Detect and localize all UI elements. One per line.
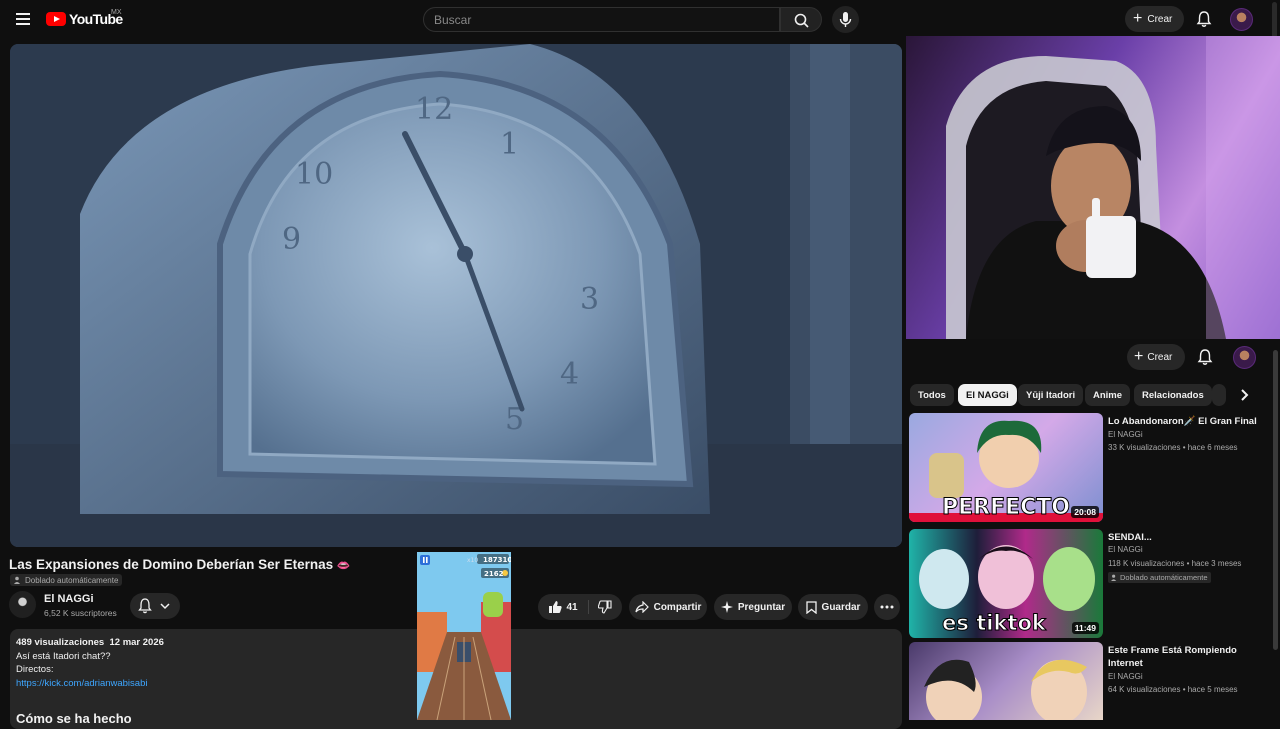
sidebar-bell-icon[interactable] xyxy=(1196,348,1214,366)
video-thumbnail[interactable] xyxy=(909,642,1103,720)
coins-text: 2162 xyxy=(484,570,504,578)
youtube-play-icon xyxy=(46,12,66,26)
clock-number-12: 12 xyxy=(415,92,453,127)
search-icon xyxy=(794,13,809,28)
sidebar-account-avatar[interactable] xyxy=(1233,346,1256,369)
clock-number-10: 10 xyxy=(295,157,333,192)
related-video-channel[interactable]: El NAGGi xyxy=(1108,430,1143,439)
subscriber-count: 6,52 K suscriptores xyxy=(44,608,117,618)
score-text: 187310 xyxy=(483,556,511,564)
chevron-right-icon[interactable] xyxy=(1236,387,1252,403)
like-count: 41 xyxy=(566,601,578,613)
video-player[interactable]: 12 1 10 9 3 4 5 xyxy=(10,44,902,547)
related-video-title[interactable]: Este Frame Está Rompiendo Internet xyxy=(1108,644,1258,670)
ask-label: Preguntar xyxy=(737,601,786,613)
youtube-logo[interactable]: YouTube MX xyxy=(46,9,123,27)
streamer-image xyxy=(946,36,1280,339)
save-label: Guardar xyxy=(821,601,861,613)
dubbed-badge: Doblado automáticamente xyxy=(1108,572,1211,583)
ask-button[interactable]: Preguntar xyxy=(714,594,792,620)
related-video[interactable]: PERFECTO 20:08 Lo Abandonaron🗡️ El Gran … xyxy=(909,413,1269,523)
chip-yuji-itadori[interactable]: Yūji Itadori xyxy=(1018,384,1084,406)
mic-icon xyxy=(839,12,852,27)
related-video-stats: 118 K visualizaciones • hace 3 meses xyxy=(1108,559,1242,568)
plus-icon: + xyxy=(1134,348,1144,365)
sparkle-icon xyxy=(720,601,733,613)
dubbed-label: Doblado automáticamente xyxy=(1120,573,1208,582)
bookmark-icon xyxy=(805,600,817,614)
share-icon xyxy=(635,601,649,613)
channel-name[interactable]: El NAGGi xyxy=(44,593,94,605)
chip-relacionados[interactable]: Relacionados xyxy=(1134,384,1212,406)
dub-person-icon xyxy=(14,576,20,584)
related-video-title[interactable]: SENDAI... xyxy=(1108,531,1258,544)
dubbed-label: Doblado automáticamente xyxy=(25,575,119,585)
share-button[interactable]: Compartir xyxy=(629,594,707,620)
thumbs-down-icon[interactable] xyxy=(597,600,612,614)
view-count: 489 visualizaciones xyxy=(16,637,105,648)
related-video[interactable]: Este Frame Está Rompiendo Internet El NA… xyxy=(909,642,1269,720)
related-video-title[interactable]: Lo Abandonaron🗡️ El Gran Final xyxy=(1108,415,1258,428)
thumbs-up-icon xyxy=(549,601,563,613)
subscription-bell-button[interactable] xyxy=(130,593,180,619)
related-video-channel[interactable]: El NAGGi xyxy=(1108,672,1143,681)
like-button[interactable]: 41 xyxy=(548,600,589,614)
clock-number-4: 4 xyxy=(560,357,579,392)
page-scrollbar-top[interactable] xyxy=(1272,2,1277,38)
chip-anime[interactable]: Anime xyxy=(1085,384,1131,406)
thumbnail-text: PERFECTO xyxy=(942,495,1070,520)
account-avatar[interactable] xyxy=(1230,8,1253,31)
masthead: YouTube MX + Crear xyxy=(0,0,1280,38)
chip-el-naggi[interactable]: El NAGGi xyxy=(958,384,1017,406)
chip-todos[interactable]: Todos xyxy=(910,384,954,406)
sidebar-scrollbar[interactable] xyxy=(1273,350,1278,650)
create-button[interactable]: + Crear xyxy=(1125,6,1184,32)
related-video-stats: 33 K visualizaciones • hace 6 meses xyxy=(1108,443,1238,452)
sidebar-create-label: Crear xyxy=(1147,351,1173,363)
share-label: Compartir xyxy=(653,601,702,613)
menu-icon[interactable] xyxy=(16,13,30,25)
video-thumbnail[interactable]: es tiktok 11:49 xyxy=(909,529,1103,638)
plus-icon: + xyxy=(1133,10,1143,27)
sidebar-create-button[interactable]: + Crear xyxy=(1127,344,1185,370)
more-horizontal-icon xyxy=(880,605,894,609)
search-input[interactable] xyxy=(424,8,779,32)
country-code: MX xyxy=(111,9,122,16)
streamer-webcam-overlay xyxy=(906,36,1280,339)
video-frame-clock-scene: 12 1 10 9 3 4 5 xyxy=(10,44,902,547)
dub-person-icon xyxy=(1111,574,1117,581)
dubbed-badge: Doblado automáticamente xyxy=(10,574,123,586)
subway-game-image: x10 187310 2162 xyxy=(417,552,511,720)
thumbnail-text: es tiktok xyxy=(942,611,1047,635)
video-duration: 11:49 xyxy=(1071,622,1099,634)
upload-date: 12 mar 2026 xyxy=(109,637,164,648)
thumbnail-image xyxy=(924,659,1087,720)
search-box[interactable] xyxy=(423,7,780,32)
chevron-down-icon xyxy=(160,603,170,610)
related-video-channel[interactable]: El NAGGi xyxy=(1108,545,1143,554)
subway-surfers-overlay: x10 187310 2162 xyxy=(417,552,511,720)
clock-number-3: 3 xyxy=(580,282,599,317)
create-label: Crear xyxy=(1147,13,1173,25)
clock-number-1: 1 xyxy=(500,127,519,162)
multiplier-text: x10 xyxy=(467,557,478,564)
chip-overflow[interactable] xyxy=(1212,384,1226,406)
related-video-stats: 64 K visualizaciones • hace 5 meses xyxy=(1108,685,1238,694)
bell-icon xyxy=(138,598,170,614)
video-duration: 20:08 xyxy=(1071,506,1099,518)
save-button[interactable]: Guardar xyxy=(798,594,868,620)
video-title: Las Expansiones de Domino Deberían Ser E… xyxy=(9,557,351,572)
more-actions-button[interactable] xyxy=(874,594,900,620)
channel-avatar[interactable] xyxy=(9,591,36,618)
notifications-bell-icon[interactable] xyxy=(1195,10,1213,28)
search-button[interactable] xyxy=(780,7,822,32)
related-video[interactable]: es tiktok 11:49 SENDAI... El NAGGi 118 K… xyxy=(909,529,1269,639)
lips-emoji: 👄 xyxy=(336,560,351,572)
video-title-text: Las Expansiones de Domino Deberían Ser E… xyxy=(9,557,334,572)
kick-link[interactable]: https://kick.com/adrianwabisabi xyxy=(16,678,147,689)
clock-number-9: 9 xyxy=(282,222,301,257)
like-dislike-group: 41 xyxy=(538,594,622,620)
voice-search-button[interactable] xyxy=(832,6,859,33)
video-thumbnail[interactable]: PERFECTO 20:08 xyxy=(909,413,1103,522)
